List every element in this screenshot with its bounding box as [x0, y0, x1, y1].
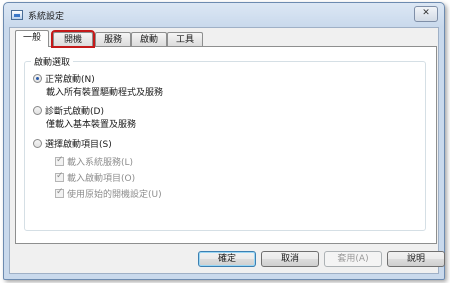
radio-unselected-icon [33, 106, 42, 115]
diagnostic-startup-label: 診斷式啟動(D) [45, 107, 104, 117]
checkbox-checked-icon [55, 155, 64, 166]
normal-startup-description: 載入所有裝置驅動程式及服務 [46, 88, 164, 98]
load-startup-items-label: 載入啟動項目(O) [67, 174, 136, 184]
apply-button[interactable]: 套用(A) [324, 251, 382, 267]
load-system-services-label: 載入系統服務(L) [67, 158, 134, 168]
window-title: 系統設定 [28, 12, 65, 22]
close-icon: ✕ [422, 8, 430, 18]
selective-startup-radio[interactable]: 選擇啟動項目(S) [33, 137, 112, 150]
cancel-button[interactable]: 取消 [261, 251, 319, 267]
dialog-body: 一般 開機 服務 啟動 工具 啟動選取 正常啟動(N) 載入所有裝置驅動程式及服… [9, 27, 445, 274]
startup-selection-label: 啟動選取 [31, 55, 74, 68]
use-original-boot-config-checkbox[interactable]: 使用原始的開機設定(U) [55, 187, 162, 200]
load-startup-items-checkbox[interactable]: 載入啟動項目(O) [55, 171, 135, 184]
radio-unselected-icon [33, 139, 42, 148]
radio-selected-icon [33, 74, 42, 83]
tab-startup[interactable]: 啟動 [131, 32, 167, 46]
diagnostic-startup-radio[interactable]: 診斷式啟動(D) [33, 104, 104, 117]
normal-startup-radio[interactable]: 正常啟動(N) [33, 72, 95, 85]
diagnostic-startup-description: 僅載入基本裝置及服務 [46, 120, 137, 130]
startup-selection-group: 啟動選取 正常啟動(N) 載入所有裝置驅動程式及服務 診斷式啟動(D) 僅載入基… [24, 55, 426, 231]
dialog-button-row: 確定 取消 套用(A) 說明 [10, 251, 445, 267]
tab-boot[interactable]: 開機 [51, 30, 95, 48]
checkbox-checked-icon [55, 187, 64, 198]
tab-general[interactable]: 一般 [15, 30, 49, 47]
system-config-icon [11, 10, 23, 20]
close-button[interactable]: ✕ [414, 6, 438, 22]
title-bar: 系統設定 ✕ [4, 3, 444, 27]
load-system-services-checkbox[interactable]: 載入系統服務(L) [55, 155, 133, 168]
system-config-window: 系統設定 ✕ 一般 開機 服務 啟動 工具 啟動選取 正常啟動(N) 載入所有裝… [3, 2, 445, 280]
use-original-boot-config-label: 使用原始的開機設定(U) [67, 190, 162, 200]
normal-startup-label: 正常啟動(N) [45, 75, 95, 85]
help-button[interactable]: 說明 [387, 251, 445, 267]
checkbox-checked-icon [55, 171, 64, 182]
tab-tools[interactable]: 工具 [167, 32, 203, 46]
tab-services[interactable]: 服務 [95, 32, 131, 46]
selective-startup-label: 選擇啟動項目(S) [45, 140, 112, 150]
general-tab-panel: 啟動選取 正常啟動(N) 載入所有裝置驅動程式及服務 診斷式啟動(D) 僅載入基… [15, 46, 437, 244]
ok-button[interactable]: 確定 [198, 251, 256, 267]
